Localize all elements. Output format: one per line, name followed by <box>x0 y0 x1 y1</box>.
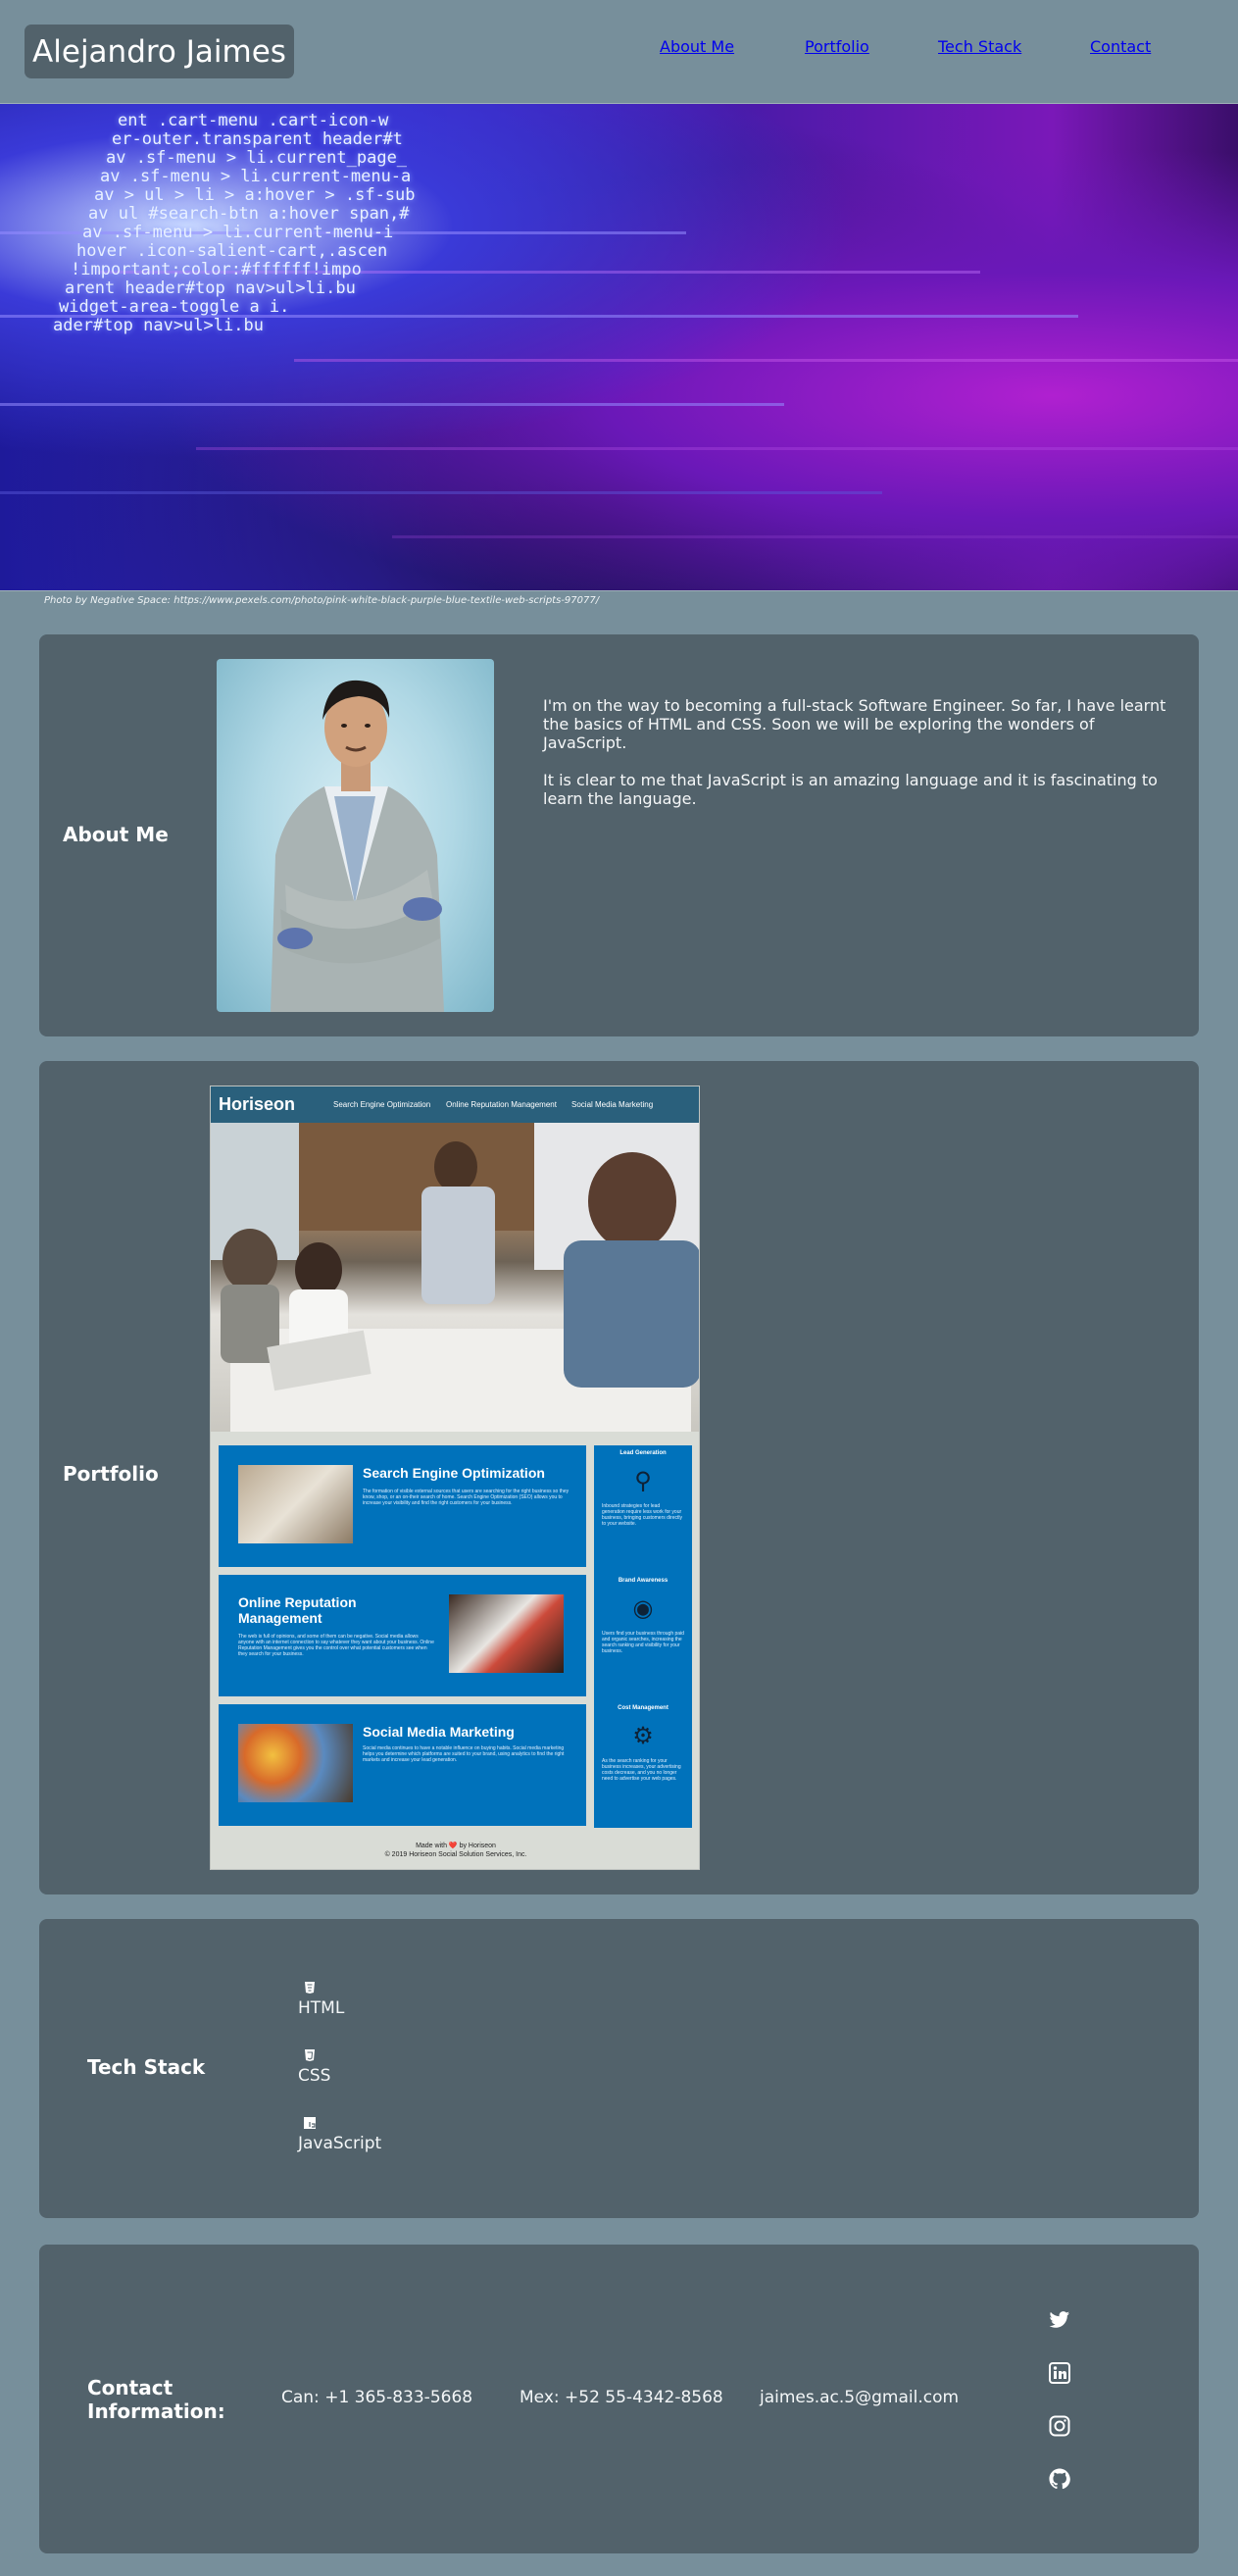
mock-logo: Horiseon <box>219 1094 296 1114</box>
mock-benefits-sidebar: Lead Generation ⚲ Inbound strategies for… <box>594 1445 692 1828</box>
about-section: About Me I'm on the way to becoming a fu… <box>39 634 1199 1036</box>
mock-benefit-brand: Brand Awareness ◉ Users find your busine… <box>594 1578 692 1654</box>
portfolio-title: Portfolio <box>63 1462 159 1486</box>
hero-code-line: ent .cart-menu .cart-icon-w <box>118 111 389 130</box>
mock-footer-made: Made with ❤️ by Horiseon <box>416 1843 496 1849</box>
about-title: About Me <box>63 823 169 846</box>
tech-stack-section: Tech Stack HTML CSS JavaScript <box>39 1919 1199 2218</box>
mock-benefit-title: Brand Awareness <box>618 1578 669 1584</box>
mock-seo-image <box>238 1465 353 1543</box>
hero-code-line: !important;color:#ffffff!impo <box>71 260 362 279</box>
instagram-icon[interactable] <box>1047 2413 1072 2439</box>
site-header: Alejandro Jaimes About Me Portfolio Tech… <box>0 0 1238 103</box>
tech-item-javascript: JavaScript <box>298 2116 381 2153</box>
contact-phone-canada[interactable]: Can: +1 365-833-5668 <box>281 2388 472 2407</box>
hero-code-text: ent .cart-menu .cart-icon-w er-outer.tran… <box>53 111 416 335</box>
tech-item-css: CSS <box>298 2048 330 2086</box>
hero-code-line: arent header#top nav>ul>li.bu <box>65 278 356 298</box>
html5-icon <box>305 1982 315 1994</box>
tech-item-label: HTML <box>298 1998 345 2018</box>
hero-code-line: widget-area-toggle a i. <box>59 297 290 317</box>
mock-smm-image <box>238 1724 353 1802</box>
broadcast-icon: ◉ <box>632 1595 654 1622</box>
coins-icon: ⚙ <box>632 1723 654 1749</box>
css3-icon <box>305 2049 315 2061</box>
github-icon[interactable] <box>1047 2466 1072 2492</box>
mock-benefit-text: Users find your business through paid an… <box>602 1631 684 1654</box>
portfolio-section: Portfolio Horiseon Search Engine Optimiz… <box>39 1061 1199 1894</box>
contact-title: Contact Information: <box>87 2376 225 2423</box>
hero-image: ent .cart-menu .cart-icon-w er-outer.tran… <box>0 103 1238 591</box>
linkedin-icon[interactable] <box>1047 2360 1072 2386</box>
magnet-icon: ⚲ <box>634 1468 652 1494</box>
about-description: I'm on the way to becoming a full-stack … <box>543 696 1170 808</box>
mock-service-orm: Online Reputation Management The web is … <box>219 1575 586 1696</box>
mock-benefit-text: As the search ranking for your business … <box>602 1758 681 1782</box>
hero-code-line: av .sf-menu > li.current_page_ <box>106 148 408 168</box>
mock-benefit-lead: Lead Generation ⚲ Inbound strategies for… <box>594 1450 692 1527</box>
brand-name[interactable]: Alejandro Jaimes <box>25 25 294 78</box>
mock-service-title: Social Media Marketing <box>363 1724 515 1740</box>
nav-link-contact[interactable]: Contact <box>1090 37 1238 67</box>
photo-credit: Photo by Negative Space: https://www.pex… <box>44 595 600 606</box>
mock-benefit-title: Lead Generation <box>619 1450 667 1456</box>
mock-orm-image <box>449 1594 564 1673</box>
tech-item-label: JavaScript <box>298 2134 382 2153</box>
mock-service-title: Search Engine Optimization <box>363 1465 545 1481</box>
hero-code-line: hover .icon-salient-cart,.ascen <box>76 241 388 261</box>
mock-nav-item: Search Engine Optimization <box>333 1100 431 1109</box>
tech-item-html: HTML <box>298 1981 344 2018</box>
mock-benefit-title: Cost Management <box>618 1705 669 1711</box>
hero-code-line: av .sf-menu > li.current-menu-i <box>82 223 394 242</box>
hero-code-line: av > ul > li > a:hover > .sf-sub <box>94 185 416 205</box>
mock-service-smm: Social Media Marketing Social media cont… <box>219 1704 586 1826</box>
js-icon <box>304 2117 316 2129</box>
contact-section: Contact Information: Can: +1 365-833-566… <box>39 2245 1199 2553</box>
hero-code-line: er-outer.transparent header#t <box>112 129 403 149</box>
hero-code-line: av ul #search-btn a:hover span,# <box>88 204 410 224</box>
contact-email[interactable]: jaimes.ac.5@gmail.com <box>760 2388 959 2407</box>
mock-nav-item: Online Reputation Management <box>446 1100 557 1109</box>
hero-code-line: av .sf-menu > li.current-menu-a <box>100 167 412 186</box>
mock-service-text: Social media continues to have a notable… <box>363 1745 565 1763</box>
about-paragraph-2: It is clear to me that JavaScript is an … <box>543 771 1158 808</box>
portfolio-project-horiseon[interactable]: Horiseon Search Engine Optimization Onli… <box>210 1086 700 1870</box>
mock-service-text: The formation of visible external source… <box>363 1489 569 1506</box>
profile-photo <box>217 659 494 1012</box>
tech-stack-title: Tech Stack <box>87 2055 206 2079</box>
mock-hero-image <box>211 1123 699 1432</box>
hero-code-line: ader#top nav>ul>li.bu <box>53 316 264 335</box>
mock-service-seo: Search Engine Optimization The formation… <box>219 1445 586 1567</box>
mock-service-title: Online Reputation Management <box>238 1594 357 1626</box>
tech-item-label: CSS <box>298 2066 331 2086</box>
mock-footer-copyright: © 2019 Horiseon Social Solution Services… <box>384 1851 527 1858</box>
contact-phone-mexico[interactable]: Mex: +52 55-4342-8568 <box>520 2388 723 2407</box>
mock-benefit-text: Inbound strategies for lead generation r… <box>602 1503 682 1527</box>
mock-footer: Made with ❤️ by Horiseon © 2019 Horiseon… <box>211 1842 699 1859</box>
mock-service-text: The web is full of opinions, and some of… <box>238 1634 434 1657</box>
mock-header: Horiseon Search Engine Optimization Onli… <box>211 1086 699 1123</box>
mock-nav-item: Social Media Marketing <box>571 1100 654 1109</box>
twitter-icon[interactable] <box>1047 2307 1072 2333</box>
about-paragraph-1: I'm on the way to becoming a full-stack … <box>543 696 1166 752</box>
mock-benefit-cost: Cost Management ⚙ As the search ranking … <box>594 1705 692 1782</box>
